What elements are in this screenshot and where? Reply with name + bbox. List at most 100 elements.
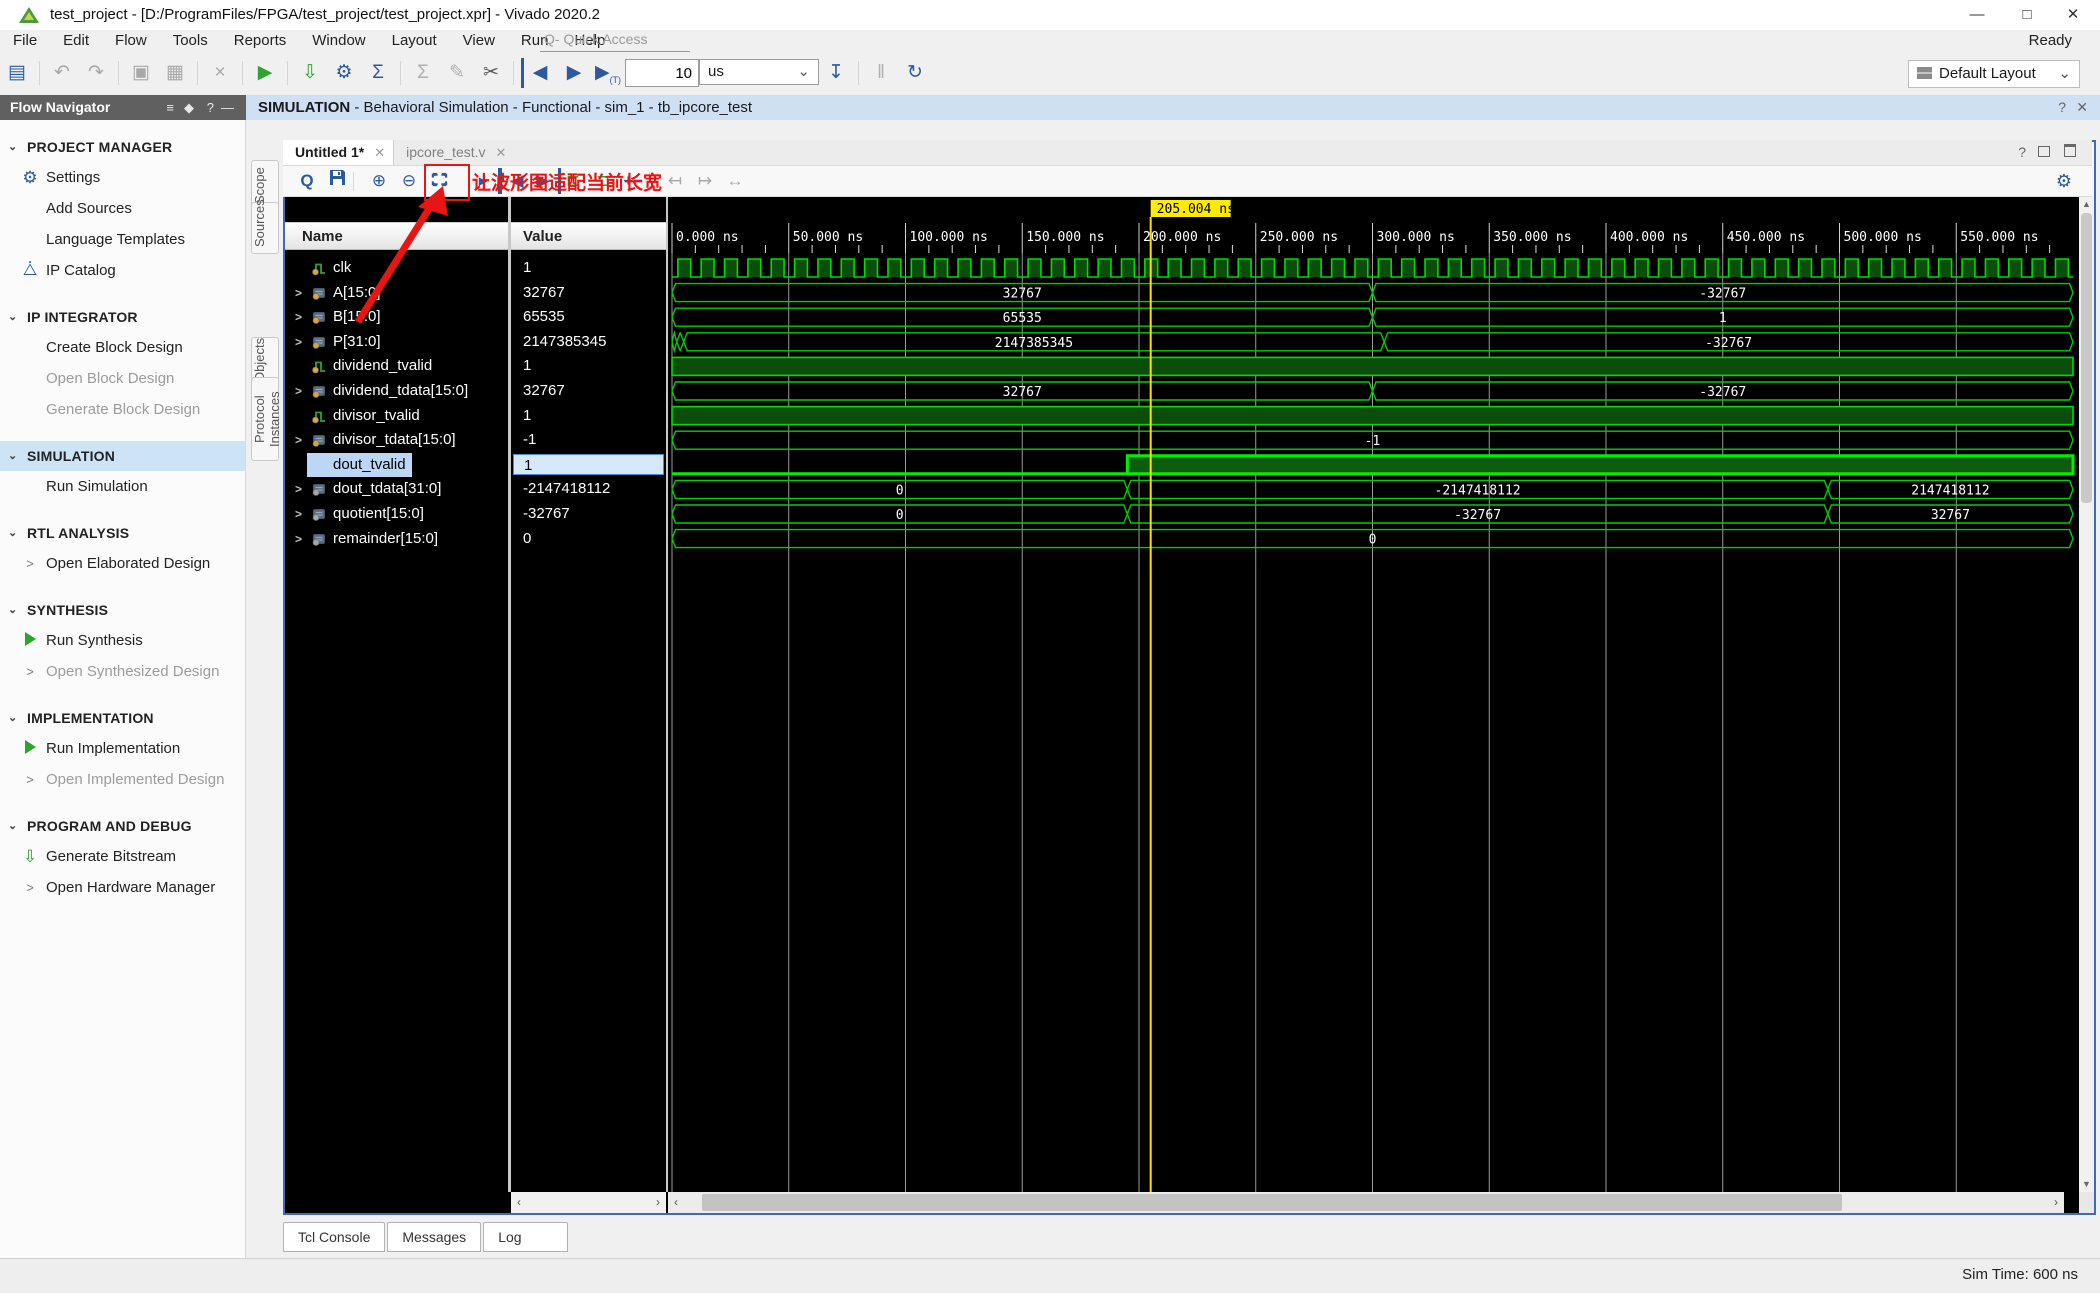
scroll-left-icon[interactable]: ‹	[668, 1192, 684, 1213]
menu-window[interactable]: Window	[299, 30, 378, 51]
tab-ipcore-test-v[interactable]: ipcore_test.v ✕	[394, 140, 514, 165]
side-tab-protocol-instances[interactable]: Protocol Instances	[251, 377, 282, 461]
sidebar-section-program-and-debug[interactable]: ⌄ PROGRAM AND DEBUG	[0, 811, 245, 841]
signal-row-dividend_tdata[interactable]: > dividend_tdata[15:0]	[285, 379, 508, 404]
signal-value[interactable]: 1	[511, 354, 666, 379]
fit-selection-icon[interactable]: ↔	[721, 168, 749, 194]
close-banner-icon[interactable]: ✕	[2076, 95, 2088, 120]
sidebar-item-run-synthesis[interactable]: Run Synthesis	[0, 625, 245, 656]
waveform-canvas[interactable]: 0.000 ns 50.000 ns 100.000 ns 150.000 ns 200…	[668, 197, 2079, 1192]
signal-value[interactable]: 32767	[511, 281, 666, 306]
signal-value[interactable]: 2147385345	[511, 330, 666, 355]
edit-disabled-icon[interactable]: ✎	[442, 58, 472, 88]
help-icon[interactable]: ?	[2058, 95, 2066, 120]
vertical-scrollbar[interactable]: ▲ ▼	[2079, 197, 2094, 1192]
run-time-input[interactable]	[625, 59, 699, 87]
console-tab-messages[interactable]: Messages	[387, 1222, 482, 1252]
sidebar-item-open-elaborated-design[interactable]: > Open Elaborated Design	[0, 548, 245, 579]
scroll-left-icon[interactable]: ‹	[511, 1192, 527, 1213]
zoom-in-icon[interactable]: ⊕	[365, 168, 393, 194]
signal-value[interactable]: -2147418112	[511, 477, 666, 502]
open-project-icon[interactable]: ▤	[2, 58, 32, 88]
time-unit-select[interactable]: us ⌄	[699, 59, 819, 85]
pause-icon[interactable]: ‖	[866, 58, 896, 88]
minimize-panel-icon[interactable]: —	[221, 95, 234, 120]
play-icon[interactable]: ▶	[559, 58, 589, 88]
expand-chevron-icon[interactable]: >	[295, 330, 302, 355]
wave-settings-gear-icon[interactable]: ⚙	[2050, 168, 2078, 194]
paste-icon[interactable]: ▦	[160, 58, 190, 88]
sidebar-item-open-implemented-design[interactable]: > Open Implemented Design	[0, 764, 245, 795]
console-tab-tcl-console[interactable]: Tcl Console	[283, 1222, 386, 1252]
sum-icon[interactable]: Σ	[363, 58, 393, 88]
expand-collapse-icon[interactable]: ◆	[184, 95, 194, 120]
signal-value[interactable]: 1	[511, 256, 666, 281]
maximize-icon[interactable]: □	[2004, 0, 2050, 30]
sidebar-item-generate-bitstream[interactable]: ⇩ Generate Bitstream	[0, 841, 245, 872]
signal-row-P[interactable]: > P[31:0]	[285, 330, 508, 355]
sidebar-item-settings[interactable]: ⚙ Settings	[0, 162, 245, 193]
signal-value[interactable]: 1	[511, 404, 666, 429]
sidebar-section-implementation[interactable]: ⌄ IMPLEMENTATION	[0, 703, 245, 733]
sidebar-item-language-templates[interactable]: Language Templates	[0, 224, 245, 255]
layout-selector[interactable]: Default Layout ⌄	[1908, 60, 2080, 88]
signal-value[interactable]: -32767	[511, 502, 666, 527]
signal-value[interactable]: 32767	[511, 379, 666, 404]
signal-row-dout_tvalid[interactable]: dout_tvalid	[285, 452, 508, 478]
console-tab-log[interactable]: Log	[483, 1222, 569, 1252]
undo-icon[interactable]: ↶	[47, 58, 77, 88]
maximize-panel-icon[interactable]	[2064, 144, 2076, 160]
scroll-right-icon[interactable]: ›	[650, 1192, 666, 1213]
sidebar-section-project-manager[interactable]: ⌄ PROJECT MANAGER	[0, 132, 245, 162]
sidebar-item-run-implementation[interactable]: Run Implementation	[0, 733, 245, 764]
search-icon[interactable]: Q	[293, 168, 321, 194]
sidebar-section-synthesis[interactable]: ⌄ SYNTHESIS	[0, 595, 245, 625]
signal-value[interactable]: 1	[511, 453, 666, 479]
restart-icon[interactable]: ◀	[521, 58, 555, 88]
menu-flow[interactable]: Flow	[102, 30, 160, 51]
sidebar-section-rtl-analysis[interactable]: ⌄ RTL ANALYSIS	[0, 518, 245, 548]
menu-tools[interactable]: Tools	[160, 30, 221, 51]
sidebar-item-open-block-design[interactable]: Open Block Design	[0, 363, 245, 394]
expand-chevron-icon[interactable]: >	[295, 305, 302, 330]
expand-chevron-icon[interactable]: >	[295, 428, 302, 453]
signal-row-B[interactable]: > B[15:0]	[285, 305, 508, 330]
sidebar-item-ip-catalog[interactable]: ⧊ IP Catalog	[0, 255, 245, 286]
sidebar-section-simulation[interactable]: ⌄ SIMULATION	[0, 441, 245, 471]
help-icon[interactable]: ?	[2018, 144, 2026, 160]
minimize-icon[interactable]: —	[1954, 0, 2000, 30]
scroll-up-icon[interactable]: ▲	[2079, 197, 2094, 212]
scroll-down-icon[interactable]: ▼	[2079, 1177, 2094, 1192]
close-icon[interactable]: ✕	[2050, 0, 2096, 30]
expand-chevron-icon[interactable]: >	[295, 281, 302, 306]
sidebar-item-open-hardware-manager[interactable]: > Open Hardware Manager	[0, 872, 245, 903]
tab-untitled-1-[interactable]: Untitled 1* ✕	[283, 140, 395, 165]
name-column-header[interactable]: Name	[285, 222, 508, 250]
save-icon[interactable]	[323, 168, 351, 194]
delete-icon[interactable]: ×	[205, 58, 235, 88]
close-tab-icon[interactable]: ✕	[486, 145, 507, 160]
step-into-icon[interactable]: ⇩	[295, 58, 325, 88]
signal-row-divisor_tdata[interactable]: > divisor_tdata[15:0]	[285, 428, 508, 453]
menu-reports[interactable]: Reports	[221, 30, 300, 51]
sidebar-item-add-sources[interactable]: Add Sources	[0, 193, 245, 224]
signal-value[interactable]: -1	[511, 428, 666, 453]
value-column-header[interactable]: Value	[511, 222, 666, 250]
signal-row-clk[interactable]: clk	[285, 256, 508, 281]
redo-icon[interactable]: ↷	[81, 58, 111, 88]
signal-row-quotient[interactable]: > quotient[15:0]	[285, 502, 508, 527]
menu-layout[interactable]: Layout	[379, 30, 450, 51]
float-window-icon[interactable]	[2038, 144, 2050, 160]
menu-edit[interactable]: Edit	[50, 30, 102, 51]
quick-access-input[interactable]: Q- Quick Access	[540, 31, 690, 52]
jump-right-icon[interactable]: ↦	[691, 168, 719, 194]
sidebar-item-create-block-design[interactable]: Create Block Design	[0, 332, 245, 363]
expand-chevron-icon[interactable]: >	[295, 379, 302, 404]
sum-disabled-icon[interactable]: Σ	[408, 58, 438, 88]
wave-horizontal-scrollbar[interactable]: ‹ ›	[668, 1192, 2064, 1213]
signal-row-dout_tdata[interactable]: > dout_tdata[31:0]	[285, 477, 508, 502]
zoom-out-icon[interactable]: ⊖	[395, 168, 423, 194]
sidebar-item-open-synthesized-design[interactable]: > Open Synthesized Design	[0, 656, 245, 687]
run-icon[interactable]: ▶	[250, 58, 280, 88]
signal-row-divisor_tvalid[interactable]: divisor_tvalid	[285, 404, 508, 429]
